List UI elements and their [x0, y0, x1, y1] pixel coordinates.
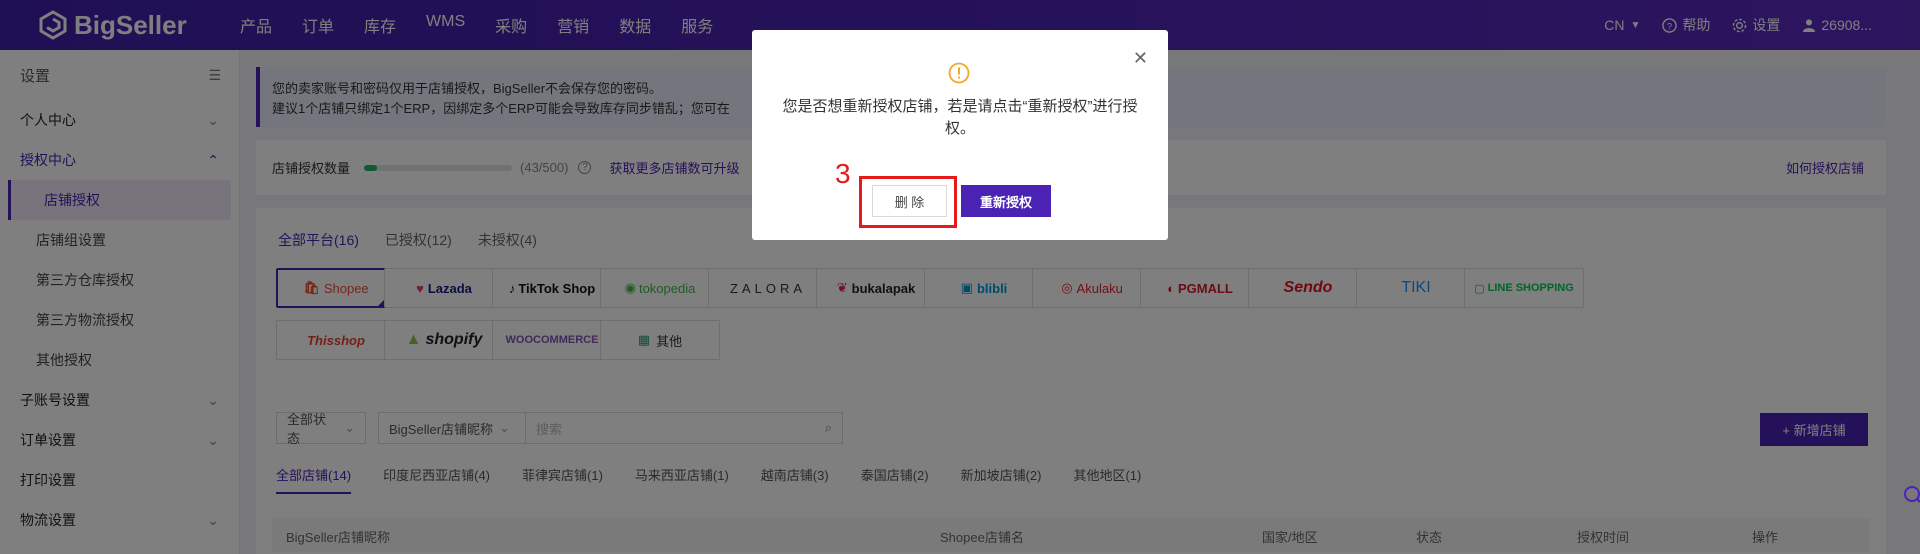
- warning-icon: [948, 62, 970, 84]
- search-icon[interactable]: [1898, 484, 1920, 508]
- annotation-highlight-box: [859, 176, 957, 228]
- dialog-message: 您是否想重新授权店铺，若是请点击“重新授权”进行授权。: [782, 98, 1138, 137]
- reauthorize-dialog: ✕ 您是否想重新授权店铺，若是请点击“重新授权”进行授权。 删 除 重新授权: [752, 30, 1168, 240]
- close-icon[interactable]: ✕: [1133, 48, 1148, 69]
- reauthorize-button[interactable]: 重新授权: [961, 185, 1051, 217]
- annotation-step-number: 3: [835, 158, 851, 189]
